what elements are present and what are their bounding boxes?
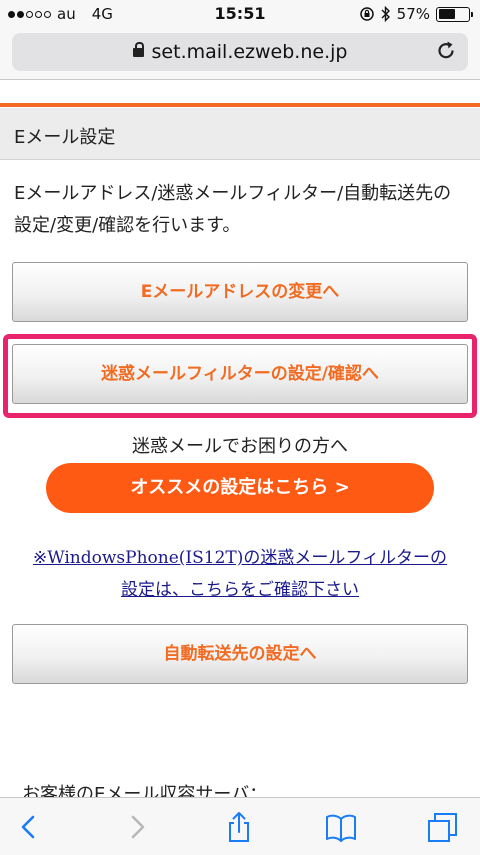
tabs-icon[interactable] <box>426 810 460 844</box>
address-display[interactable]: set.mail.ezweb.ne.jp <box>12 41 468 63</box>
bookmarks-icon[interactable] <box>324 810 358 844</box>
bluetooth-icon <box>381 6 390 22</box>
back-icon[interactable] <box>12 810 46 844</box>
spam-filter-button[interactable]: 迷惑メールフィルターの設定/確認へ <box>12 344 468 404</box>
recommend-settings-button[interactable]: オススメの設定はこちら > <box>46 463 434 513</box>
windows-phone-link[interactable]: ※WindowsPhone(IS12T)の迷惑メールフィルターの 設定は、こちら… <box>0 542 480 606</box>
change-address-button[interactable]: Eメールアドレスの変更へ <box>12 262 468 322</box>
url-text: set.mail.ezweb.ne.jp <box>151 41 348 63</box>
browser-toolbar <box>0 797 480 855</box>
address-bar[interactable]: set.mail.ezweb.ne.jp <box>12 33 468 71</box>
section-header: Eメール設定 <box>0 108 480 160</box>
header-divider <box>0 103 480 107</box>
spam-trouble-text: 迷惑メールでお困りの方へ <box>132 436 348 457</box>
battery-percent: 57% <box>396 5 430 23</box>
browser-address-area: set.mail.ezweb.ne.jp <box>0 30 480 80</box>
intro-text: Eメールアドレス/迷惑メールフィルター/自動転送先の設定/変更/確認を行います。 <box>14 183 452 236</box>
reload-icon[interactable] <box>434 39 458 63</box>
windows-phone-link-line1[interactable]: ※WindowsPhone(IS12T)の迷惑メールフィルターの <box>33 548 447 568</box>
status-bar: au 4G 15:51 57% <box>0 0 480 30</box>
forward-icon[interactable] <box>120 810 154 844</box>
share-icon[interactable] <box>222 810 256 844</box>
status-right: 57% <box>359 5 473 23</box>
battery-fill <box>438 9 456 19</box>
battery-icon <box>436 6 473 22</box>
forwarding-button[interactable]: 自動転送先の設定へ <box>12 624 468 684</box>
windows-phone-link-line2[interactable]: 設定は、こちらをご確認下さい <box>121 580 359 600</box>
section-title: Eメール設定 <box>14 127 116 148</box>
lock-icon <box>132 42 144 57</box>
rotation-lock-icon <box>359 7 374 21</box>
